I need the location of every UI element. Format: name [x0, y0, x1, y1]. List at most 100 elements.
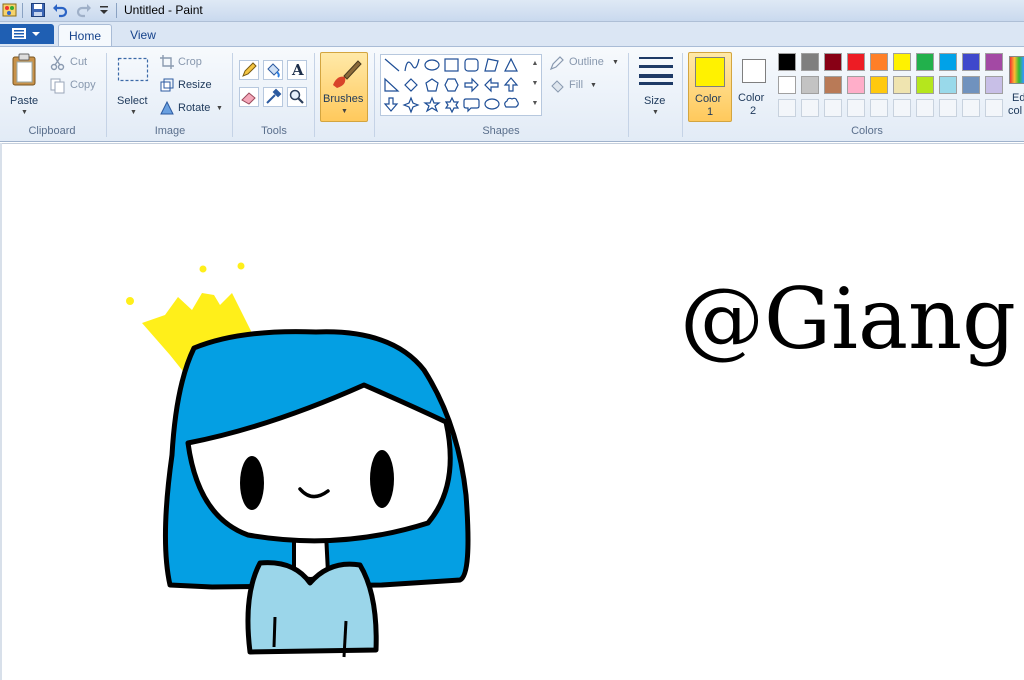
palette-swatch[interactable]	[778, 53, 796, 71]
palette-swatch[interactable]	[985, 76, 1003, 94]
shapes-expand[interactable]: ▼	[530, 95, 540, 113]
redo-icon[interactable]	[76, 2, 92, 18]
tab-view[interactable]: View	[120, 24, 166, 46]
color-picker-tool[interactable]	[263, 87, 283, 107]
custom-color-slot[interactable]	[801, 99, 819, 117]
palette-swatch[interactable]	[847, 76, 865, 94]
brushes-dropdown-icon: ▼	[341, 108, 348, 115]
group-divider	[232, 53, 233, 137]
magnifier-tool[interactable]	[287, 87, 307, 107]
brushes-button[interactable]: Brushes ▼	[320, 52, 368, 122]
title-bar: Untitled - Paint	[0, 0, 1024, 22]
title-divider	[22, 3, 23, 18]
paste-button[interactable]: Paste ▼	[4, 51, 44, 123]
copy-button[interactable]: Copy	[70, 79, 96, 91]
canvas-handle-text: @Giang	[680, 270, 1016, 368]
custom-color-slot[interactable]	[985, 99, 1003, 117]
customize-quick-access-icon[interactable]	[96, 2, 112, 18]
fill-button[interactable]: Fill	[569, 79, 583, 91]
resize-button[interactable]: Resize	[178, 79, 212, 91]
outline-button[interactable]: Outline	[569, 56, 604, 68]
color-1-swatch	[695, 57, 725, 87]
color-1-number: 1	[707, 106, 714, 118]
window-title: Untitled - Paint	[124, 3, 203, 17]
palette-swatch[interactable]	[916, 76, 934, 94]
palette-swatch[interactable]	[801, 53, 819, 71]
cut-button[interactable]: Cut	[70, 56, 87, 68]
rotate-button[interactable]: Rotate	[178, 102, 210, 114]
pentagon-shape-icon	[425, 78, 439, 92]
rainbow-icon	[1009, 56, 1024, 84]
select-label: Select	[117, 95, 148, 107]
palette-swatch[interactable]	[870, 76, 888, 94]
palette-swatch[interactable]	[916, 53, 934, 71]
palette-swatch[interactable]	[962, 76, 980, 94]
palette-swatch[interactable]	[824, 76, 842, 94]
pencil-tool[interactable]	[239, 60, 259, 80]
edit-colors-label: Ed	[1012, 92, 1024, 104]
custom-color-slot[interactable]	[916, 99, 934, 117]
shapes-gallery	[380, 54, 542, 116]
palette-swatch[interactable]	[893, 53, 911, 71]
fill-tool[interactable]	[263, 60, 283, 80]
color-2-label: Color	[738, 92, 765, 104]
rectangle-shape-icon	[444, 58, 459, 72]
text-icon: A	[292, 61, 304, 79]
five-point-star-shape-icon	[423, 96, 441, 113]
palette-swatch[interactable]	[962, 53, 980, 71]
paste-dropdown-icon: ▼	[21, 109, 28, 116]
crop-button[interactable]: Crop	[178, 56, 202, 68]
tools-group-label: Tools	[261, 125, 287, 137]
color-1-label: Color	[695, 93, 722, 105]
palette-swatch[interactable]	[939, 76, 957, 94]
color-2-button[interactable]: Color 2	[735, 52, 773, 122]
text-tool[interactable]: A	[287, 60, 307, 80]
group-divider	[314, 53, 315, 137]
triangle-shape-icon	[504, 57, 518, 72]
palette-swatch[interactable]	[870, 53, 888, 71]
select-button[interactable]: Select ▼	[112, 51, 154, 123]
custom-color-slot[interactable]	[962, 99, 980, 117]
size-dropdown-icon: ▼	[652, 109, 659, 116]
down-arrow-shape-icon	[383, 97, 399, 112]
colors-group-label: Colors	[851, 125, 883, 137]
outline-dropdown-icon: ▼	[612, 59, 619, 66]
color-1-button[interactable]: Color 1	[688, 52, 732, 122]
palette-swatch[interactable]	[939, 53, 957, 71]
palette-swatch[interactable]	[778, 76, 796, 94]
palette-swatch[interactable]	[801, 76, 819, 94]
rotate-icon	[160, 101, 174, 115]
undo-icon[interactable]	[52, 2, 68, 18]
palette-swatch[interactable]	[824, 53, 842, 71]
size-button[interactable]: Size ▼	[634, 51, 678, 123]
file-menu-button[interactable]	[0, 24, 54, 44]
custom-color-slot[interactable]	[847, 99, 865, 117]
shapes-group-label: Shapes	[482, 125, 520, 137]
custom-color-slot[interactable]	[824, 99, 842, 117]
hexagon-shape-icon	[444, 78, 459, 92]
paste-label: Paste	[10, 95, 39, 107]
eraser-tool[interactable]	[239, 87, 259, 107]
custom-color-slot[interactable]	[939, 99, 957, 117]
group-divider	[628, 53, 629, 137]
clipboard-group-label: Clipboard	[28, 125, 76, 137]
oval-callout-shape-icon	[484, 98, 500, 110]
custom-color-slot[interactable]	[870, 99, 888, 117]
palette-swatch[interactable]	[893, 76, 911, 94]
shapes-scroll-up[interactable]: ▲	[530, 55, 540, 73]
color-2-swatch	[742, 59, 766, 83]
save-icon[interactable]	[30, 2, 46, 18]
custom-color-slot[interactable]	[893, 99, 911, 117]
copy-icon	[50, 78, 65, 94]
title-divider	[116, 3, 117, 18]
shapes-scroll-down[interactable]: ▼	[530, 75, 540, 93]
palette-swatch[interactable]	[985, 53, 1003, 71]
tab-home[interactable]: Home	[58, 24, 112, 47]
palette-swatch[interactable]	[847, 53, 865, 71]
brush-icon	[333, 60, 362, 88]
cloud-callout-shape-icon	[504, 97, 519, 108]
custom-color-slot[interactable]	[778, 99, 796, 117]
paint-app-icon[interactable]	[2, 2, 18, 18]
fill-shape-icon	[551, 80, 564, 93]
edit-colors-button[interactable]: Ed col	[1006, 52, 1024, 122]
